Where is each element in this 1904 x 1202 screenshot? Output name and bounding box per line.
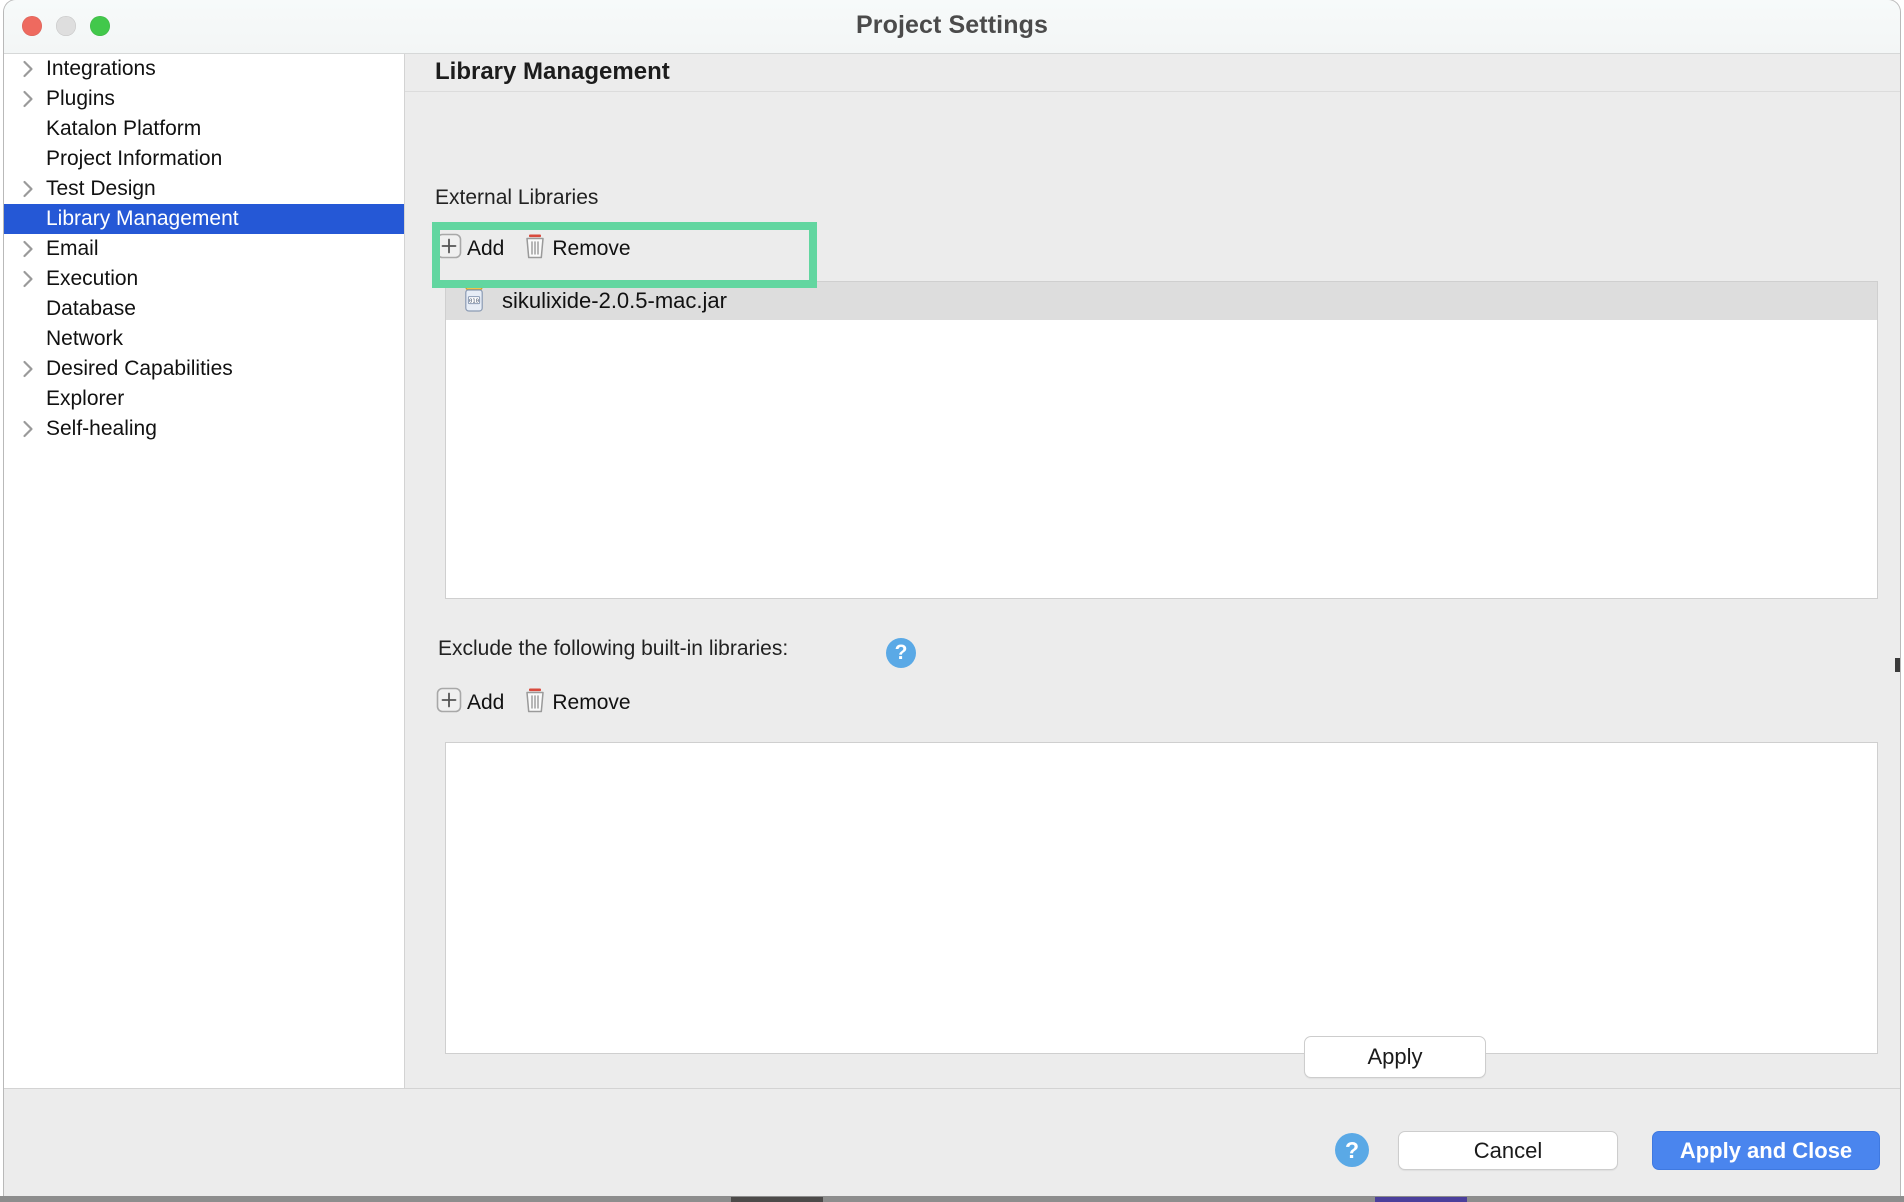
external-libraries-label: External Libraries	[435, 186, 599, 209]
exclude-libraries-toolbar: Add Remove	[435, 686, 631, 720]
desktop-artifact-purple	[1375, 1197, 1467, 1202]
sidebar-item-label: Desired Capabilities	[46, 357, 233, 380]
sidebar-item-desired-capabilities[interactable]: Desired Capabilities	[4, 354, 404, 384]
window-titlebar: Project Settings	[4, 0, 1900, 54]
plus-square-icon	[435, 232, 463, 266]
apply-and-close-button[interactable]: Apply and Close	[1652, 1131, 1880, 1170]
sidebar-item-label: Self-healing	[46, 417, 157, 440]
sidebar-item-katalon-platform[interactable]: Katalon Platform	[4, 114, 404, 144]
sidebar-item-network[interactable]: Network	[4, 324, 404, 354]
sidebar-item-test-design[interactable]: Test Design	[4, 174, 404, 204]
desktop-edge-strip	[0, 1196, 1904, 1202]
external-add-label: Add	[467, 237, 505, 260]
exclude-libraries-list[interactable]	[445, 742, 1878, 1054]
window-title: Project Settings	[856, 11, 1048, 39]
sidebar-item-label: Integrations	[46, 57, 156, 80]
sidebar-item-label: Network	[46, 327, 124, 350]
sidebar-item-label: Explorer	[46, 387, 125, 410]
sidebar-item-label: Katalon Platform	[46, 117, 202, 140]
external-add-button[interactable]: Add	[435, 232, 504, 266]
sidebar-item-label: Execution	[46, 267, 139, 290]
cancel-button[interactable]: Cancel	[1398, 1131, 1618, 1170]
sidebar-item-label: Library Management	[46, 207, 239, 230]
footer-help-icon[interactable]: ?	[1335, 1133, 1369, 1167]
settings-sidebar[interactable]: Integrations Plugins Katalon Platform Pr…	[4, 54, 405, 1088]
chevron-right-icon[interactable]	[12, 180, 44, 198]
sidebar-item-execution[interactable]: Execution	[4, 264, 404, 294]
exclude-add-button[interactable]: Add	[435, 686, 504, 720]
exclude-remove-button[interactable]: Remove	[522, 686, 631, 720]
project-settings-window: Project Settings Integrations Plugins Ka…	[4, 0, 1900, 1196]
exclude-help-icon[interactable]: ?	[886, 638, 916, 668]
external-remove-button[interactable]: Remove	[522, 232, 631, 266]
sidebar-item-plugins[interactable]: Plugins	[4, 84, 404, 114]
sidebar-item-email[interactable]: Email	[4, 234, 404, 264]
list-item[interactable]: 010 sikulixide-2.0.5-mac.jar	[446, 282, 1877, 320]
sidebar-item-project-information[interactable]: Project Information	[4, 144, 404, 174]
list-item-label: sikulixide-2.0.5-mac.jar	[502, 288, 727, 313]
sidebar-item-label: Database	[46, 297, 136, 320]
apply-button[interactable]: Apply	[1304, 1036, 1486, 1078]
chevron-right-icon[interactable]	[12, 360, 44, 378]
jar-file-icon: 010	[460, 283, 488, 319]
scrollbar-thumb[interactable]	[1895, 658, 1900, 672]
sidebar-item-label: Test Design	[46, 177, 156, 200]
exclude-add-label: Add	[467, 691, 505, 714]
chevron-right-icon[interactable]	[12, 60, 44, 78]
external-remove-label: Remove	[552, 237, 631, 260]
exclude-remove-label: Remove	[552, 691, 631, 714]
pane-header: Library Management	[405, 54, 1900, 92]
sidebar-item-label: Email	[46, 237, 99, 260]
chevron-right-icon[interactable]	[12, 240, 44, 258]
chevron-right-icon[interactable]	[12, 270, 44, 288]
sidebar-item-explorer[interactable]: Explorer	[4, 384, 404, 414]
svg-text:010: 010	[469, 298, 479, 304]
external-libraries-list[interactable]: 010 sikulixide-2.0.5-mac.jar	[445, 281, 1878, 599]
sidebar-item-label: Project Information	[46, 147, 223, 170]
plus-square-icon	[435, 686, 463, 720]
sidebar-item-library-management[interactable]: Library Management	[4, 204, 404, 234]
library-management-pane: Library Management External Libraries Ad…	[405, 54, 1900, 1088]
chevron-right-icon[interactable]	[12, 420, 44, 438]
trash-icon	[522, 232, 548, 266]
chevron-right-icon[interactable]	[12, 90, 44, 108]
sidebar-item-self-healing[interactable]: Self-healing	[4, 414, 404, 444]
exclude-libraries-label: Exclude the following built-in libraries…	[438, 637, 789, 660]
page-title: Library Management	[435, 58, 670, 85]
sidebar-item-database[interactable]: Database	[4, 294, 404, 324]
sidebar-item-label: Plugins	[46, 87, 115, 110]
sidebar-item-integrations[interactable]: Integrations	[4, 54, 404, 84]
external-libraries-toolbar: Add Remove	[435, 232, 631, 266]
trash-icon	[522, 686, 548, 720]
desktop-artifact-dark	[731, 1197, 823, 1202]
